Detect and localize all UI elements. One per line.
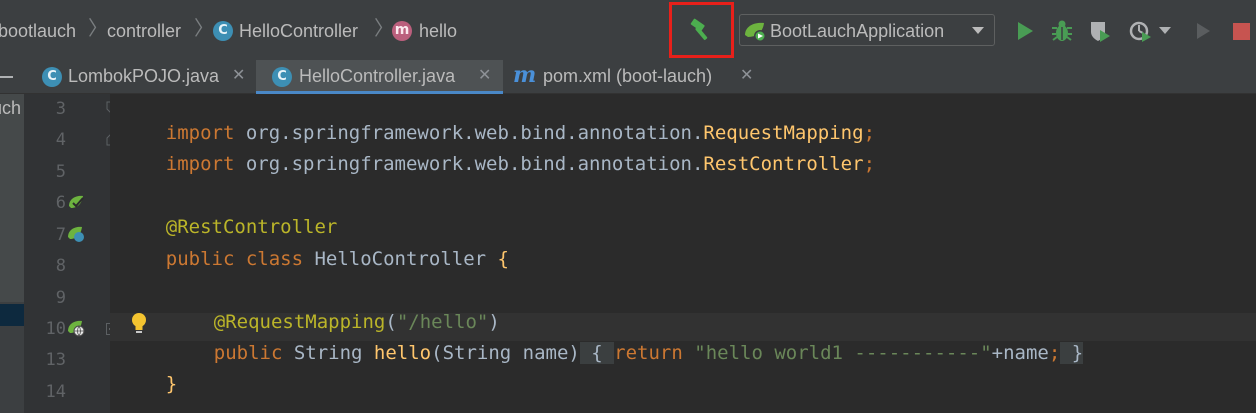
java-class-icon: C bbox=[272, 67, 292, 87]
tab-label: HelloController.java bbox=[299, 66, 456, 86]
run-config-select[interactable]: BootLauchApplication bbox=[739, 14, 995, 46]
code-line: } bbox=[165, 373, 178, 395]
line-number: 8 bbox=[55, 256, 66, 276]
web-endpoint-icon[interactable] bbox=[67, 319, 85, 337]
line-number: 7 bbox=[55, 225, 66, 245]
breadcrumb-project[interactable]: bootlauch bbox=[0, 20, 76, 42]
selected-tree-item bbox=[0, 304, 24, 326]
tab-label: pom.xml (boot-lauch) bbox=[543, 66, 713, 86]
spring-bean-icon[interactable] bbox=[67, 193, 85, 211]
code-editor[interactable]: import org.springframework.web.bind.anno… bbox=[110, 94, 1256, 413]
profile-icon[interactable] bbox=[1128, 18, 1154, 44]
breadcrumb-package[interactable]: controller bbox=[107, 20, 181, 42]
hammer-icon[interactable] bbox=[688, 17, 714, 43]
project-panel-edge[interactable]: uch bbox=[0, 94, 24, 413]
breadcrumb-method[interactable]: hello bbox=[419, 20, 457, 42]
breadcrumb-separator: 〉 bbox=[194, 18, 214, 40]
coverage-icon[interactable] bbox=[1087, 18, 1113, 44]
close-icon[interactable]: ✕ bbox=[478, 66, 491, 86]
code-line: import org.springframework.web.bind.anno… bbox=[165, 153, 876, 175]
close-icon[interactable]: ✕ bbox=[232, 66, 245, 86]
line-number: 9 bbox=[55, 288, 66, 308]
tab-pom[interactable]: m pom.xml (boot-lauch) ✕ bbox=[505, 60, 765, 94]
line-number: 6 bbox=[55, 193, 66, 213]
spring-boot-icon bbox=[745, 22, 766, 42]
code-line: public class HelloController { bbox=[165, 248, 509, 270]
debug-icon[interactable] bbox=[1049, 18, 1075, 44]
tab-hellocontroller[interactable]: C HelloController.java ✕ bbox=[256, 60, 503, 94]
lightbulb-icon[interactable] bbox=[130, 312, 148, 334]
java-class-icon: C bbox=[213, 21, 233, 41]
minimize-icon[interactable] bbox=[0, 74, 14, 80]
tab-label: LombokPOJO.java bbox=[68, 66, 220, 86]
navigation-bar: bootlauch 〉 controller 〉 C HelloControll… bbox=[0, 0, 1256, 60]
breadcrumb-separator: 〉 bbox=[88, 18, 108, 40]
line-number: 13 bbox=[45, 350, 66, 370]
line-number: 14 bbox=[45, 382, 66, 402]
spring-bean-icon[interactable] bbox=[67, 225, 85, 243]
project-panel-text: uch bbox=[0, 98, 22, 118]
tab-lombokpojo[interactable]: C LombokPOJO.java ✕ bbox=[30, 60, 254, 94]
line-number: 10 bbox=[45, 319, 66, 339]
method-icon: m bbox=[392, 21, 412, 41]
stop-icon[interactable] bbox=[1228, 18, 1254, 44]
maven-icon: m bbox=[513, 62, 537, 88]
close-icon[interactable]: ✕ bbox=[740, 66, 753, 86]
editor-gutter: 3 4 5 6 7 8 9 10 13 14 bbox=[24, 94, 118, 413]
line-number: 4 bbox=[55, 130, 66, 150]
chevron-down-icon bbox=[972, 27, 984, 34]
run-config-label: BootLauchApplication bbox=[770, 21, 945, 41]
code-line: public String hello(String name) { retur… bbox=[213, 342, 1084, 364]
breadcrumb-separator: 〉 bbox=[374, 18, 394, 40]
run-icon[interactable] bbox=[1012, 18, 1038, 44]
line-number: 5 bbox=[55, 162, 66, 182]
java-class-icon: C bbox=[42, 67, 62, 87]
attach-icon[interactable] bbox=[1190, 18, 1216, 44]
chevron-down-icon[interactable] bbox=[1158, 24, 1172, 36]
breadcrumb-class[interactable]: HelloController bbox=[239, 20, 358, 42]
project-panel-area bbox=[0, 94, 24, 302]
editor-tab-bar: C LombokPOJO.java ✕ C HelloController.ja… bbox=[0, 60, 1256, 94]
line-number: 3 bbox=[55, 99, 66, 119]
